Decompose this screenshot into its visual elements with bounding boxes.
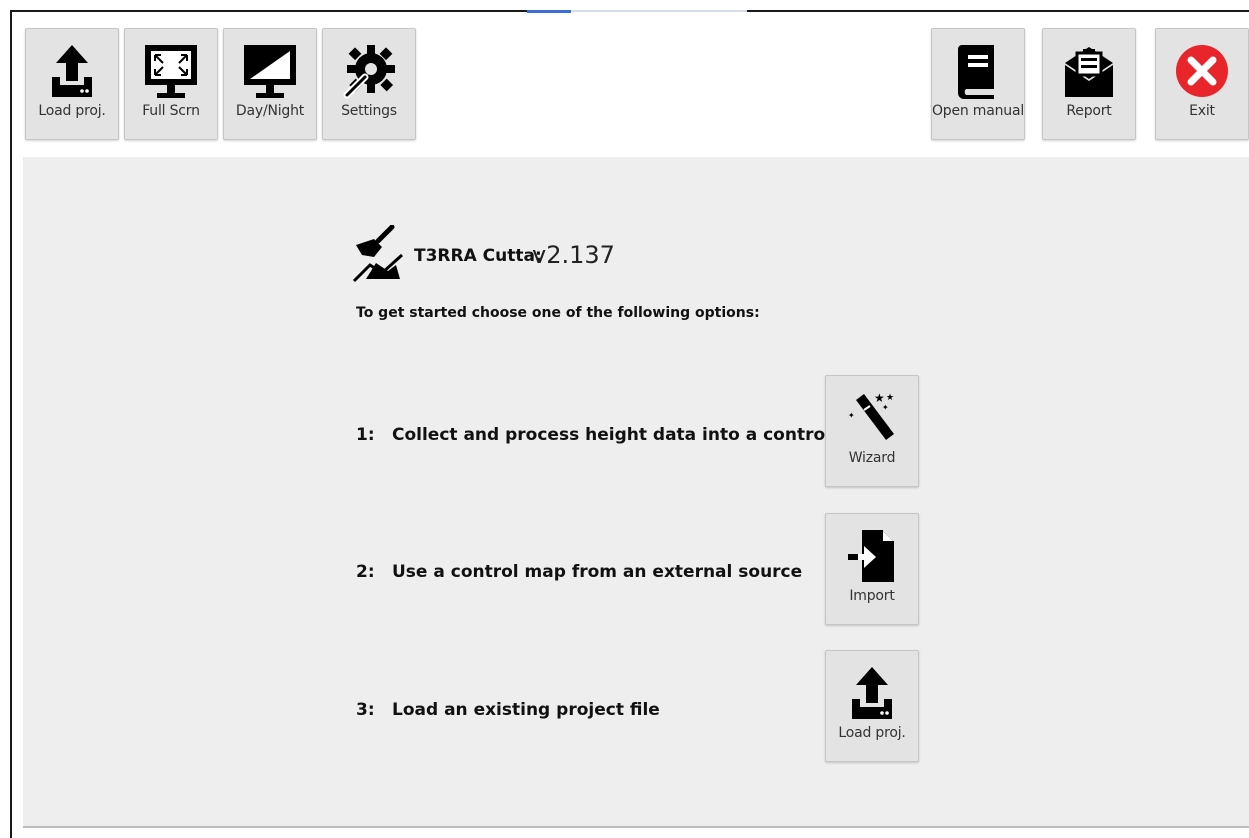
exit-button[interactable]: Exit <box>1155 28 1249 140</box>
settings-button[interactable]: Settings <box>322 28 416 140</box>
intro-text: To get started choose one of the followi… <box>356 305 760 321</box>
svg-text:★: ★ <box>886 393 894 403</box>
title-accent-bar <box>527 10 571 13</box>
option-1-text: Collect and process height data into a c… <box>392 425 879 445</box>
load-project-label: Load proj. <box>38 103 106 119</box>
report-button[interactable]: Report <box>1042 28 1136 140</box>
svg-text:✦: ✦ <box>882 403 889 412</box>
option-3-text: Load an existing project file <box>392 700 660 720</box>
option-2-text: Use a control map from an external sourc… <box>392 562 803 582</box>
main-content-area <box>23 157 1249 826</box>
import-label: Import <box>849 588 895 604</box>
clipboard-report-icon <box>1059 41 1119 101</box>
svg-text:✦: ✦ <box>848 411 855 420</box>
title-accent-bar-light <box>571 10 747 12</box>
load-project-option-button[interactable]: Load proj. <box>825 650 919 762</box>
day-night-monitor-icon <box>240 41 300 101</box>
upload-tray-icon <box>842 663 902 723</box>
close-circle-icon <box>1172 41 1232 101</box>
day-night-button[interactable]: Day/Night <box>223 28 317 140</box>
excavator-bucket-icon <box>352 224 406 285</box>
import-button[interactable]: Import <box>825 513 919 625</box>
full-screen-button[interactable]: Full Scrn <box>124 28 218 140</box>
content-bottom-border <box>23 826 1249 828</box>
gear-wrench-icon <box>339 41 399 101</box>
option-3-number: 3: <box>356 700 375 720</box>
exit-label: Exit <box>1189 103 1215 119</box>
app-version: v2.137 <box>532 241 615 269</box>
wizard-label: Wizard <box>848 450 896 466</box>
upload-tray-icon <box>42 41 102 101</box>
load-project-option-label: Load proj. <box>838 725 906 741</box>
day-night-label: Day/Night <box>235 103 305 119</box>
book-icon <box>948 41 1008 101</box>
import-file-icon <box>842 526 902 586</box>
fullscreen-monitor-icon <box>141 41 201 101</box>
settings-label: Settings <box>341 103 397 119</box>
wizard-button[interactable]: ★ ★ ✦ ✦ Wizard <box>825 375 919 487</box>
option-1-number: 1: <box>356 425 375 445</box>
option-2-number: 2: <box>356 562 375 582</box>
app-name: T3RRA Cutta: <box>414 246 542 266</box>
open-manual-label: Open manual <box>931 103 1025 119</box>
report-label: Report <box>1066 103 1112 119</box>
full-screen-label: Full Scrn <box>142 103 200 119</box>
magic-wand-icon: ★ ★ ✦ ✦ <box>842 388 902 448</box>
open-manual-button[interactable]: Open manual <box>931 28 1025 140</box>
load-project-button[interactable]: Load proj. <box>25 28 119 140</box>
